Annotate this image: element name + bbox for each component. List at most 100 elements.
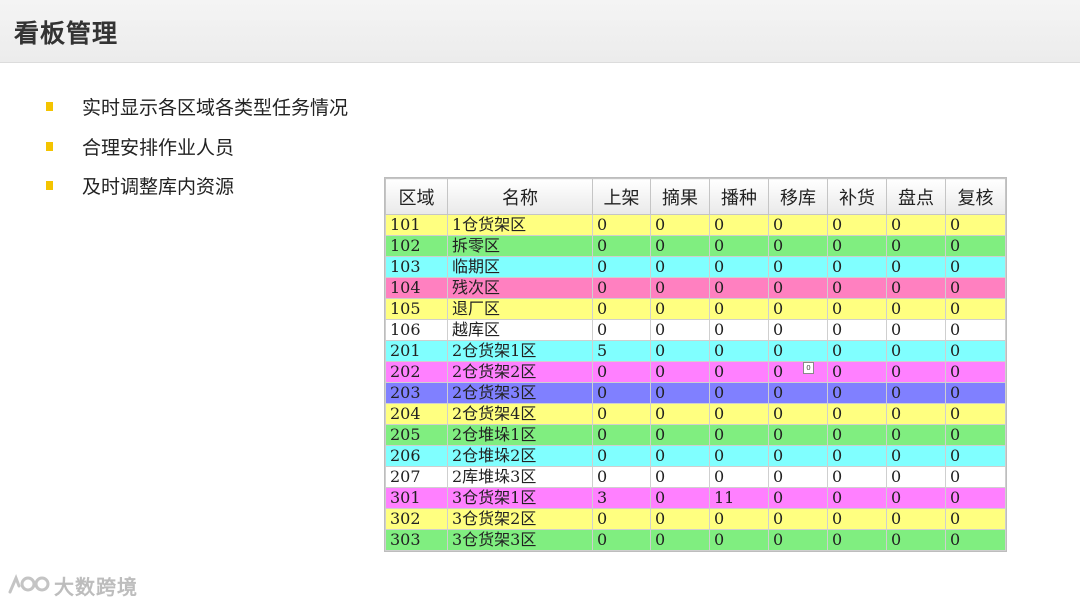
table-row[interactable]: 301 3仓货架1区 3 0 11 0 0 0 0: [385, 487, 1006, 509]
cell-replenish[interactable]: 0: [827, 424, 887, 446]
cell-putaway[interactable]: 0: [592, 529, 651, 551]
cell-area-code[interactable]: 101: [385, 214, 448, 236]
cell-transfer[interactable]: 0: [768, 466, 828, 488]
cell-replenish[interactable]: 0: [827, 529, 887, 551]
column-header-stocktake[interactable]: 盘点: [886, 178, 946, 215]
cell-transfer[interactable]: 0: [768, 529, 828, 551]
cell-recheck[interactable]: 0: [945, 403, 1006, 425]
cell-sowing[interactable]: 0: [709, 466, 769, 488]
cell-picking[interactable]: 0: [650, 529, 710, 551]
cell-picking[interactable]: 0: [650, 403, 710, 425]
cell-stocktake[interactable]: 0: [886, 298, 946, 320]
cell-area-code[interactable]: 302: [385, 508, 448, 530]
cell-stocktake[interactable]: 0: [886, 340, 946, 362]
column-header-picking[interactable]: 摘果: [650, 178, 710, 215]
cell-transfer[interactable]: 0: [768, 424, 828, 446]
cell-picking[interactable]: 0: [650, 361, 710, 383]
cell-transfer[interactable]: 0: [768, 319, 828, 341]
cell-area-code[interactable]: 103: [385, 256, 448, 278]
cell-stocktake[interactable]: 0: [886, 256, 946, 278]
cell-recheck[interactable]: 0: [945, 235, 1006, 257]
cell-transfer[interactable]: 0: [768, 382, 828, 404]
cell-picking[interactable]: 0: [650, 508, 710, 530]
cell-area-code[interactable]: 206: [385, 445, 448, 467]
cell-stocktake[interactable]: 0: [886, 277, 946, 299]
cell-putaway[interactable]: 0: [592, 403, 651, 425]
cell-transfer[interactable]: 0: [768, 445, 828, 467]
cell-stocktake[interactable]: 0: [886, 445, 946, 467]
cell-area-name[interactable]: 2仓货架2区: [447, 361, 593, 383]
cell-recheck[interactable]: 0: [945, 445, 1006, 467]
cell-recheck[interactable]: 0: [945, 508, 1006, 530]
table-row[interactable]: 101 1仓货架区 0 0 0 0 0 0 0: [385, 214, 1006, 236]
cell-picking[interactable]: 0: [650, 256, 710, 278]
cell-recheck[interactable]: 0: [945, 529, 1006, 551]
cell-picking[interactable]: 0: [650, 487, 710, 509]
cell-replenish[interactable]: 0: [827, 214, 887, 236]
cell-recheck[interactable]: 0: [945, 277, 1006, 299]
cell-transfer[interactable]: 0: [768, 403, 828, 425]
cell-area-code[interactable]: 102: [385, 235, 448, 257]
column-header-area[interactable]: 区域: [385, 178, 448, 215]
cell-picking[interactable]: 0: [650, 298, 710, 320]
cell-area-code[interactable]: 106: [385, 319, 448, 341]
table-row[interactable]: 201 2仓货架1区 5 0 0 0 0 0 0: [385, 340, 1006, 362]
cell-area-code[interactable]: 104: [385, 277, 448, 299]
cell-replenish[interactable]: 0: [827, 445, 887, 467]
cell-replenish[interactable]: 0: [827, 277, 887, 299]
cell-recheck[interactable]: 0: [945, 214, 1006, 236]
cell-sowing[interactable]: 0: [709, 214, 769, 236]
cell-transfer[interactable]: 0: [768, 298, 828, 320]
cell-sowing[interactable]: 0: [709, 277, 769, 299]
cell-picking[interactable]: 0: [650, 466, 710, 488]
table-row[interactable]: 302 3仓货架2区 0 0 0 0 0 0 0: [385, 508, 1006, 530]
cell-putaway[interactable]: 0: [592, 466, 651, 488]
column-header-replenish[interactable]: 补货: [827, 178, 887, 215]
cell-transfer[interactable]: 0: [768, 361, 828, 383]
cell-area-name[interactable]: 3仓货架3区: [447, 529, 593, 551]
cell-area-name[interactable]: 越库区: [447, 319, 593, 341]
cell-area-code[interactable]: 202: [385, 361, 448, 383]
cell-putaway[interactable]: 5: [592, 340, 651, 362]
cell-replenish[interactable]: 0: [827, 298, 887, 320]
cell-stocktake[interactable]: 0: [886, 466, 946, 488]
cell-stocktake[interactable]: 0: [886, 235, 946, 257]
table-row[interactable]: 102 拆零区 0 0 0 0 0 0 0: [385, 235, 1006, 257]
cell-stocktake[interactable]: 0: [886, 361, 946, 383]
cell-area-name[interactable]: 残次区: [447, 277, 593, 299]
table-row[interactable]: 303 3仓货架3区 0 0 0 0 0 0 0: [385, 529, 1006, 551]
cell-putaway[interactable]: 0: [592, 298, 651, 320]
cell-putaway[interactable]: 3: [592, 487, 651, 509]
cell-area-code[interactable]: 207: [385, 466, 448, 488]
column-header-putaway[interactable]: 上架: [592, 178, 651, 215]
cell-sowing[interactable]: 0: [709, 403, 769, 425]
cell-recheck[interactable]: 0: [945, 298, 1006, 320]
cell-picking[interactable]: 0: [650, 340, 710, 362]
cell-area-code[interactable]: 204: [385, 403, 448, 425]
cell-area-name[interactable]: 3仓货架2区: [447, 508, 593, 530]
table-row[interactable]: 106 越库区 0 0 0 0 0 0 0: [385, 319, 1006, 341]
cell-sowing[interactable]: 0: [709, 298, 769, 320]
cell-area-code[interactable]: 303: [385, 529, 448, 551]
cell-area-name[interactable]: 2仓堆垛2区: [447, 445, 593, 467]
cell-recheck[interactable]: 0: [945, 487, 1006, 509]
cell-area-name[interactable]: 2仓货架4区: [447, 403, 593, 425]
cell-replenish[interactable]: 0: [827, 361, 887, 383]
cell-replenish[interactable]: 0: [827, 382, 887, 404]
cell-area-code[interactable]: 301: [385, 487, 448, 509]
cell-sowing[interactable]: 0: [709, 445, 769, 467]
cell-stocktake[interactable]: 0: [886, 214, 946, 236]
cell-sowing[interactable]: 0: [709, 508, 769, 530]
cell-stocktake[interactable]: 0: [886, 382, 946, 404]
cell-replenish[interactable]: 0: [827, 403, 887, 425]
cell-transfer[interactable]: 0: [768, 277, 828, 299]
cell-putaway[interactable]: 0: [592, 319, 651, 341]
cell-picking[interactable]: 0: [650, 319, 710, 341]
cell-picking[interactable]: 0: [650, 277, 710, 299]
cell-putaway[interactable]: 0: [592, 235, 651, 257]
cell-sowing[interactable]: 0: [709, 382, 769, 404]
cell-area-code[interactable]: 203: [385, 382, 448, 404]
cell-putaway[interactable]: 0: [592, 508, 651, 530]
cell-sowing[interactable]: 0: [709, 340, 769, 362]
cell-area-name[interactable]: 拆零区: [447, 235, 593, 257]
